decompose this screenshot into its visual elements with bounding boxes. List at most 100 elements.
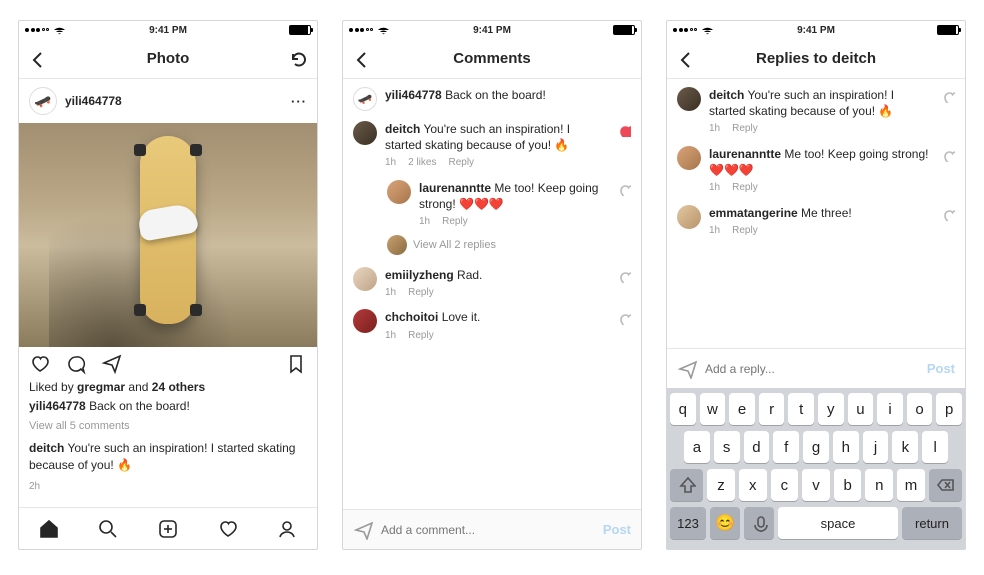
key-u[interactable]: u [848, 393, 874, 425]
avatar[interactable] [353, 267, 377, 291]
key-l[interactable]: l [922, 431, 948, 463]
nav-header: Photo [19, 39, 317, 79]
post-actions [19, 347, 317, 377]
like-button[interactable] [29, 353, 51, 375]
key-b[interactable]: b [834, 469, 862, 501]
author-username[interactable]: yili464778 [65, 94, 122, 108]
back-button[interactable] [29, 50, 47, 68]
more-options-button[interactable]: ··· [291, 94, 307, 109]
likes-text[interactable]: Liked by gregmar and 24 others [19, 379, 317, 396]
key-numbers[interactable]: 123 [670, 507, 706, 539]
key-c[interactable]: c [771, 469, 799, 501]
key-e[interactable]: e [729, 393, 755, 425]
avatar[interactable] [677, 205, 701, 229]
key-r[interactable]: r [759, 393, 785, 425]
view-all-replies[interactable]: View All 2 replies [343, 235, 641, 255]
comment-row[interactable]: deitch You're such an inspiration! I sta… [343, 113, 641, 172]
key-return[interactable]: return [902, 507, 962, 539]
send-icon [677, 359, 697, 379]
tab-home[interactable] [38, 518, 60, 540]
key-j[interactable]: j [863, 431, 889, 463]
replies-list: deitch You're such an inspiration! I sta… [667, 79, 965, 348]
key-h[interactable]: h [833, 431, 859, 463]
post-button[interactable]: Post [603, 522, 631, 537]
reply-row[interactable]: laurenanntte Me too! Keep going strong! … [667, 138, 965, 197]
back-button[interactable] [677, 50, 695, 68]
reply-button[interactable]: Reply [408, 329, 434, 343]
share-button[interactable] [101, 353, 123, 375]
like-comment-button[interactable] [617, 269, 631, 283]
send-icon [353, 520, 373, 540]
key-a[interactable]: a [684, 431, 710, 463]
top-comment[interactable]: deitch You're such an inspiration! I sta… [19, 440, 317, 474]
key-q[interactable]: q [670, 393, 696, 425]
key-d[interactable]: d [744, 431, 770, 463]
reply-button[interactable]: Reply [732, 181, 758, 195]
key-backspace[interactable] [929, 469, 962, 501]
key-m[interactable]: m [897, 469, 925, 501]
comment-button[interactable] [65, 353, 87, 375]
post-button[interactable]: Post [927, 361, 955, 376]
reply-row[interactable]: deitch You're such an inspiration! I sta… [667, 79, 965, 138]
reply-row[interactable]: emmatangerine Me three! 1hReply [667, 197, 965, 240]
like-comment-button[interactable] [617, 182, 631, 196]
reply-input[interactable] [705, 362, 919, 376]
view-all-comments[interactable]: View all 5 comments [19, 419, 317, 434]
key-z[interactable]: z [707, 469, 735, 501]
key-i[interactable]: i [877, 393, 903, 425]
comment-row[interactable]: chchoitoi Love it. 1hReply [343, 301, 641, 344]
key-shift[interactable] [670, 469, 703, 501]
reply-button[interactable]: Reply [732, 122, 758, 136]
status-time: 9:41 PM [149, 25, 187, 36]
key-y[interactable]: y [818, 393, 844, 425]
key-o[interactable]: o [907, 393, 933, 425]
status-bar: 9:41 PM [19, 21, 317, 39]
like-comment-button[interactable] [941, 89, 955, 103]
reply-button[interactable]: Reply [448, 156, 474, 170]
key-space[interactable]: space [778, 507, 898, 539]
comment-composer: Post [343, 509, 641, 549]
avatar[interactable] [677, 87, 701, 111]
tab-activity[interactable] [217, 518, 239, 540]
post-age: 2h [19, 480, 317, 494]
key-s[interactable]: s [714, 431, 740, 463]
comment-input[interactable] [381, 523, 595, 537]
key-k[interactable]: k [892, 431, 918, 463]
key-g[interactable]: g [803, 431, 829, 463]
like-comment-button[interactable] [617, 123, 631, 137]
post-photo[interactable] [19, 123, 317, 347]
key-f[interactable]: f [773, 431, 799, 463]
author-avatar[interactable]: 🛹 [29, 87, 57, 115]
comment-reply-row[interactable]: laurenanntte Me too! Keep going strong! … [343, 172, 641, 231]
avatar[interactable] [353, 121, 377, 145]
tab-search[interactable] [97, 518, 119, 540]
key-x[interactable]: x [739, 469, 767, 501]
tab-bar [19, 507, 317, 549]
key-p[interactable]: p [936, 393, 962, 425]
caption-row: 🛹 yili464778 Back on the board! [343, 79, 641, 113]
avatar[interactable]: 🛹 [353, 87, 377, 111]
key-emoji[interactable]: 😊 [710, 507, 740, 539]
bookmark-button[interactable] [285, 353, 307, 375]
reply-button[interactable]: Reply [442, 215, 468, 229]
key-n[interactable]: n [865, 469, 893, 501]
tab-profile[interactable] [276, 518, 298, 540]
avatar[interactable] [677, 146, 701, 170]
screen-replies: 9:41 PM Replies to deitch deitch You're … [666, 20, 966, 550]
tab-add[interactable] [157, 518, 179, 540]
key-t[interactable]: t [788, 393, 814, 425]
key-mic[interactable] [744, 507, 774, 539]
reply-button[interactable]: Reply [732, 224, 758, 238]
comment-row[interactable]: emiilyzheng Rad. 1hReply [343, 259, 641, 302]
back-button[interactable] [353, 50, 371, 68]
like-comment-button[interactable] [941, 207, 955, 221]
like-comment-button[interactable] [941, 148, 955, 162]
status-bar: 9:41 PM [343, 21, 641, 39]
like-comment-button[interactable] [617, 311, 631, 325]
key-w[interactable]: w [700, 393, 726, 425]
avatar[interactable] [353, 309, 377, 333]
reply-button[interactable]: Reply [408, 286, 434, 300]
avatar[interactable] [387, 180, 411, 204]
refresh-button[interactable] [289, 50, 307, 68]
key-v[interactable]: v [802, 469, 830, 501]
